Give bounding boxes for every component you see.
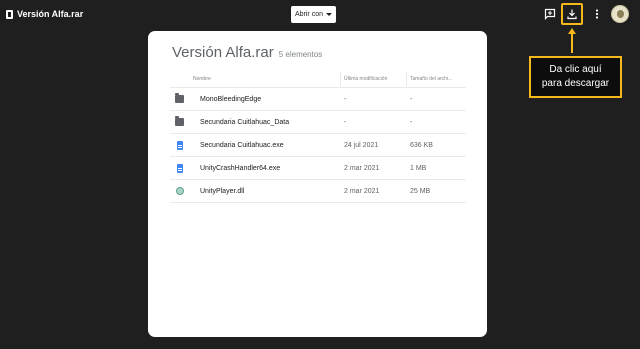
callout-line-1: Da clic aquí	[549, 64, 602, 75]
file-size: -	[410, 96, 413, 103]
add-comment-icon[interactable]	[544, 8, 556, 20]
file-size: 25 MB	[410, 188, 431, 195]
file-icon	[6, 10, 13, 19]
table-row[interactable]: MonoBleedingEdge - -	[170, 89, 466, 111]
table-row[interactable]: Secundaria Cuitlahuac.exe 24 jul 2021 63…	[170, 135, 466, 157]
item-count: 5 elementos	[278, 50, 323, 59]
globe-icon	[176, 187, 184, 195]
file-modified: 2 mar 2021	[344, 165, 380, 172]
file-modified: 2 mar 2021	[344, 188, 380, 195]
more-vert-icon[interactable]	[591, 8, 603, 20]
archive-title: Versión Alfa.rar 5 elementos	[172, 44, 322, 61]
open-with-button[interactable]: Abrir con	[291, 6, 336, 23]
archive-name: Versión Alfa.rar	[172, 44, 274, 61]
file-size: 636 KB	[410, 142, 433, 149]
avatar[interactable]	[611, 5, 629, 23]
table-row[interactable]: UnityPlayer.dll 2 mar 2021 25 MB	[170, 181, 466, 203]
column-divider	[406, 72, 407, 86]
header-divider	[170, 87, 466, 88]
file-name: UnityPlayer.dll	[200, 188, 245, 195]
column-header-modified[interactable]: Última modificación	[344, 76, 387, 82]
archive-preview-card: Versión Alfa.rar 5 elementos Nombre Últi…	[148, 31, 487, 337]
folder-icon	[175, 93, 184, 103]
folder-icon	[175, 116, 184, 126]
file-modified: -	[344, 119, 347, 126]
download-icon[interactable]	[566, 8, 578, 20]
chevron-down-icon	[326, 13, 332, 16]
callout-line-2: para descargar	[541, 78, 610, 89]
file-modified: 24 jul 2021	[344, 142, 379, 149]
file-name: MonoBleedingEdge	[200, 96, 262, 103]
download-callout: Da clic aquí para descargar	[529, 56, 622, 98]
table-row[interactable]: Secundaria Cuitlahuac_Data - -	[170, 112, 466, 134]
file-name: Secundaria Cuitlahuac.exe	[200, 142, 284, 149]
open-with-label: Abrir con	[294, 11, 323, 18]
column-header-name[interactable]: Nombre	[193, 76, 211, 82]
table-row[interactable]: UnityCrashHandler64.exe 2 mar 2021 1 MB	[170, 158, 466, 180]
file-name: Secundaria Cuitlahuac_Data	[200, 119, 290, 126]
callout-arrow	[571, 32, 573, 53]
window-title: Versión Alfa.rar	[17, 9, 84, 19]
file-size: -	[410, 119, 413, 126]
top-bar: Versión Alfa.rar Abrir con	[0, 0, 640, 30]
file-modified: -	[344, 96, 347, 103]
file-name: UnityCrashHandler64.exe	[200, 165, 281, 172]
document-icon	[177, 141, 183, 150]
file-size: 1 MB	[410, 165, 427, 172]
column-header-size[interactable]: Tamaño del archi...	[410, 76, 452, 82]
document-icon	[177, 164, 183, 173]
column-divider	[340, 72, 341, 86]
